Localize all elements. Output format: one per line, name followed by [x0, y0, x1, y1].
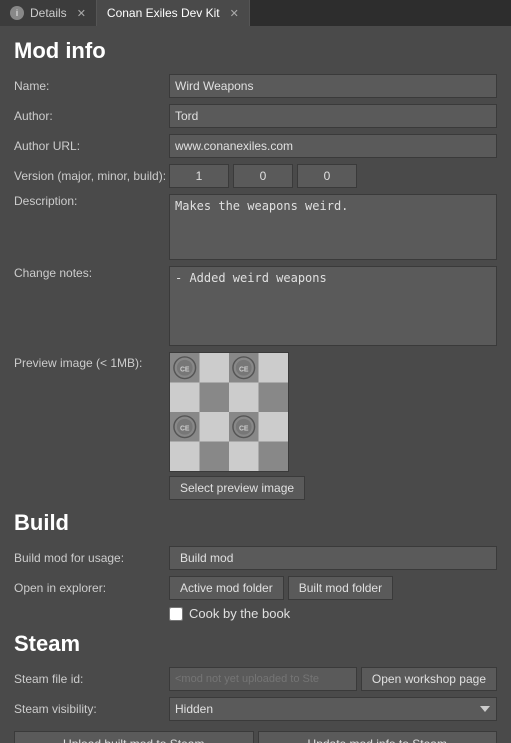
steam-title: Steam — [14, 631, 497, 657]
svg-text:CE: CE — [180, 367, 190, 374]
preview-right: CE CE CE CE Select preview image — [169, 352, 305, 500]
change-notes-row: Change notes: - Added weird weapons — [14, 266, 497, 346]
cook-by-book-checkbox[interactable] — [169, 607, 183, 621]
description-label: Description: — [14, 194, 169, 208]
build-title: Build — [14, 510, 497, 536]
build-mod-label: Build mod for usage: — [14, 551, 169, 565]
svg-text:CE: CE — [239, 426, 249, 433]
steam-file-id-group: Open workshop page — [169, 667, 497, 691]
tab-devkit-close[interactable]: ✕ — [230, 7, 239, 20]
author-input[interactable] — [169, 104, 497, 128]
description-row: Description: Makes the weapons weird. — [14, 194, 497, 260]
modinfo-title: Mod info — [14, 38, 497, 64]
preview-image-label: Preview image (< 1MB): — [14, 352, 169, 370]
steam-visibility-label: Steam visibility: — [14, 702, 169, 716]
tab-devkit-label: Conan Exiles Dev Kit — [107, 6, 220, 20]
preview-image-section: Preview image (< 1MB): — [14, 352, 497, 500]
update-mod-info-button[interactable]: Update mod info to Steam — [258, 731, 498, 743]
author-label: Author: — [14, 109, 169, 123]
active-mod-folder-button[interactable]: Active mod folder — [169, 576, 284, 600]
description-textarea[interactable]: Makes the weapons weird. — [169, 194, 497, 260]
author-url-label: Author URL: — [14, 139, 169, 153]
tab-devkit[interactable]: Conan Exiles Dev Kit ✕ — [97, 0, 250, 26]
tab-details-label: Details — [30, 6, 67, 20]
change-notes-textarea[interactable]: - Added weird weapons — [169, 266, 497, 346]
steam-file-id-label: Steam file id: — [14, 672, 169, 686]
name-row: Name: — [14, 74, 497, 98]
open-explorer-row: Open in explorer: Active mod folder Buil… — [14, 576, 497, 600]
open-explorer-label: Open in explorer: — [14, 581, 169, 595]
steam-file-id-input[interactable] — [169, 667, 357, 691]
steam-action-row: Upload built mod to Steam Update mod inf… — [14, 727, 497, 743]
author-row: Author: — [14, 104, 497, 128]
explorer-buttons: Active mod folder Built mod folder — [169, 576, 497, 600]
build-mod-row: Build mod for usage: Build mod — [14, 546, 497, 570]
tab-details-close[interactable]: ✕ — [77, 7, 86, 20]
version-major-input[interactable] — [169, 164, 229, 188]
main-content: Mod info Name: Author: Author URL: Versi… — [0, 26, 511, 743]
tab-bar: i Details ✕ Conan Exiles Dev Kit ✕ — [0, 0, 511, 26]
steam-file-id-row: Steam file id: Open workshop page — [14, 667, 497, 691]
build-mod-button[interactable]: Build mod — [169, 546, 497, 570]
steam-visibility-select[interactable]: Hidden Public Friends Only — [169, 697, 497, 721]
svg-text:CE: CE — [180, 426, 190, 433]
svg-text:CE: CE — [239, 367, 249, 374]
version-inputs — [169, 164, 497, 188]
steam-visibility-row: Steam visibility: Hidden Public Friends … — [14, 697, 497, 721]
details-icon: i — [10, 6, 24, 20]
open-workshop-button[interactable]: Open workshop page — [361, 667, 497, 691]
name-label: Name: — [14, 79, 169, 93]
tab-details[interactable]: i Details ✕ — [0, 0, 97, 26]
version-row: Version (major, minor, build): — [14, 164, 497, 188]
version-build-input[interactable] — [297, 164, 357, 188]
cook-by-book-row: Cook by the book — [169, 606, 497, 621]
author-url-input[interactable] — [169, 134, 497, 158]
upload-to-steam-button[interactable]: Upload built mod to Steam — [14, 731, 254, 743]
name-input[interactable] — [169, 74, 497, 98]
change-notes-label: Change notes: — [14, 266, 169, 280]
select-preview-button[interactable]: Select preview image — [169, 476, 305, 500]
cook-by-book-label: Cook by the book — [189, 606, 290, 621]
version-label: Version (major, minor, build): — [14, 169, 169, 183]
built-mod-folder-button[interactable]: Built mod folder — [288, 576, 393, 600]
preview-image-display: CE CE CE CE — [169, 352, 289, 472]
author-url-row: Author URL: — [14, 134, 497, 158]
version-minor-input[interactable] — [233, 164, 293, 188]
